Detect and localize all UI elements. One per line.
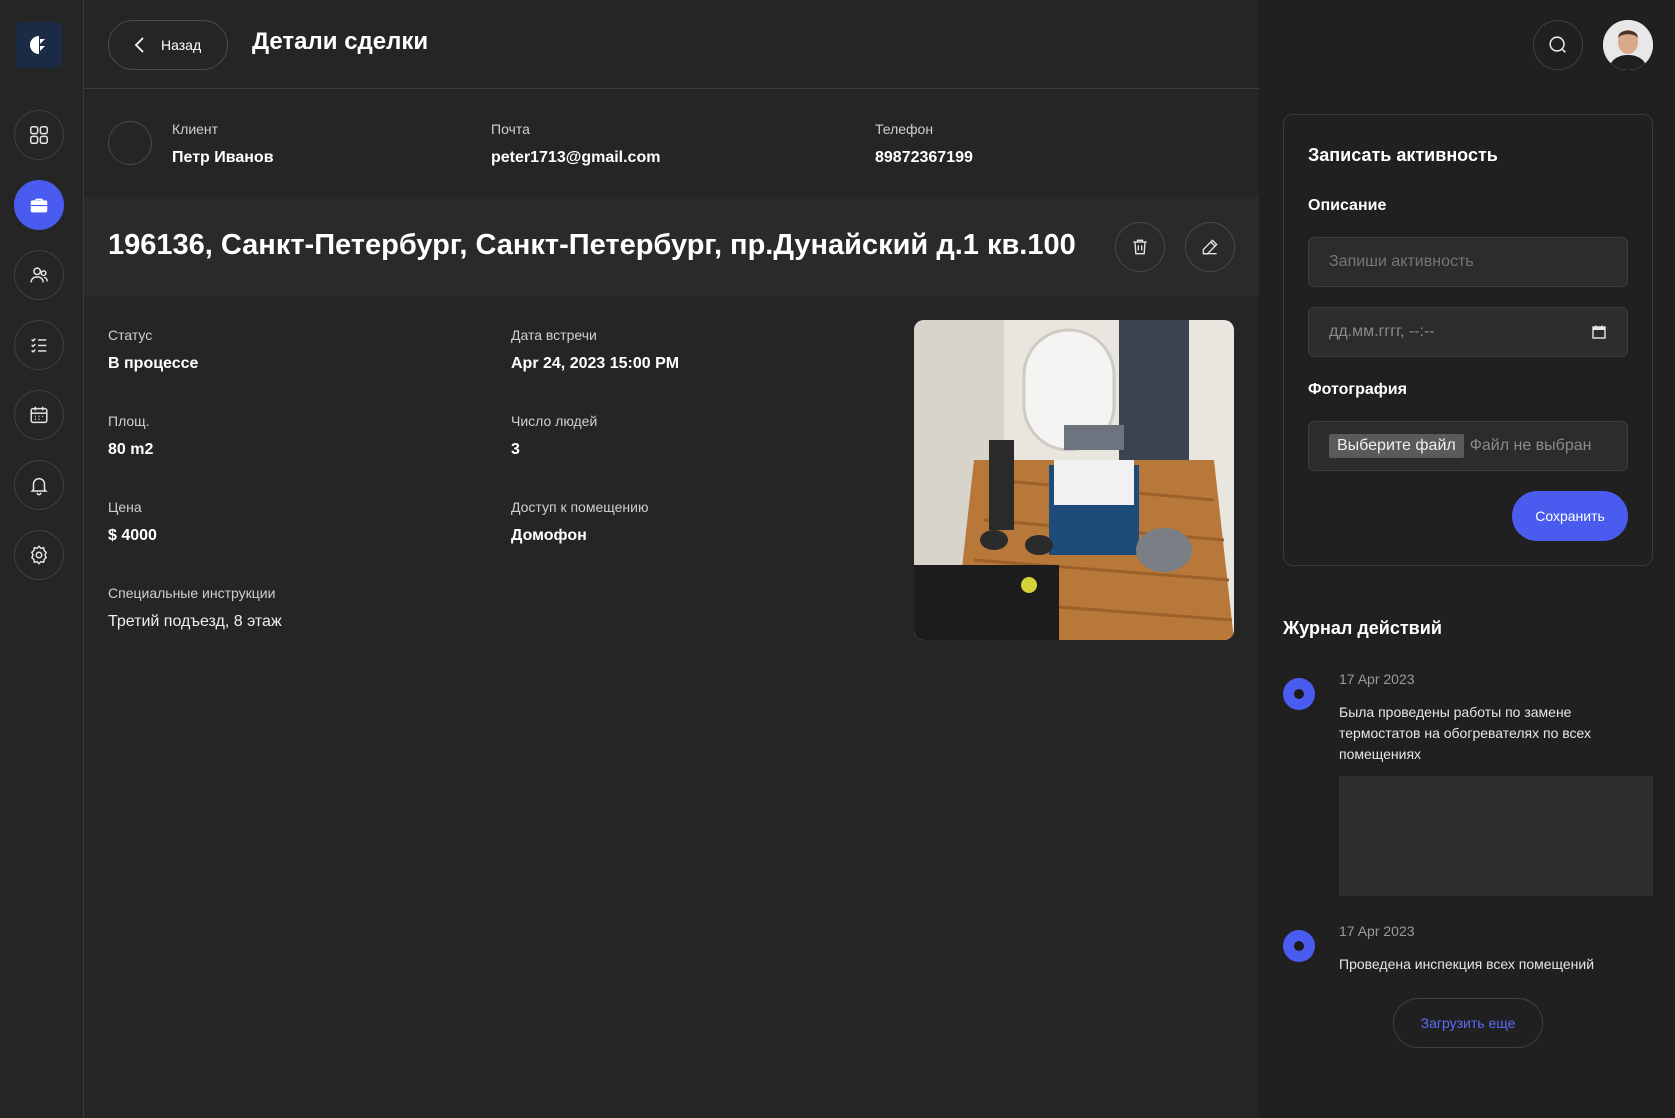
- photo-upload-field[interactable]: Выберите файл Файл не выбран: [1308, 421, 1628, 471]
- client-label: Клиент: [172, 121, 219, 137]
- meeting-label: Дата встречи: [511, 327, 597, 343]
- property-photo[interactable]: [914, 320, 1234, 640]
- description-label: Описание: [1308, 197, 1387, 214]
- calendar-icon: [30, 406, 48, 424]
- access-value: Домофон: [511, 527, 587, 544]
- interior-image: [914, 320, 1234, 640]
- load-more-button[interactable]: Загрузить еще: [1393, 998, 1543, 1048]
- datetime-field[interactable]: дд.мм.гггг, --:--: [1308, 307, 1628, 357]
- save-button[interactable]: Сохранить: [1512, 491, 1628, 541]
- sidebar-item-clients[interactable]: [14, 250, 64, 300]
- client-phone: 89872367199: [875, 149, 973, 166]
- meeting-value: Apr 24, 2023 15:00 PM: [511, 355, 680, 372]
- people-value: 3: [511, 441, 520, 458]
- sidebar-item-calendar[interactable]: [14, 390, 64, 440]
- top-bar: Назад Детали сделки: [84, 0, 1259, 89]
- description-field[interactable]: [1308, 237, 1628, 287]
- back-label: Назад: [161, 37, 202, 53]
- user-avatar[interactable]: [1603, 20, 1653, 70]
- page-title: Детали сделки: [252, 28, 429, 55]
- log-date: 17 Apr 2023: [1339, 671, 1415, 687]
- client-name: Петр Иванов: [172, 149, 274, 166]
- sidebar: [0, 0, 84, 1118]
- timeline-dot: [1283, 678, 1315, 710]
- log-photo-placeholder[interactable]: [1339, 776, 1653, 896]
- log-date: 17 Apr 2023: [1339, 923, 1415, 939]
- search-button[interactable]: [1533, 20, 1583, 70]
- address-band: 196136, Санкт-Петербург, Санкт-Петербург…: [84, 197, 1259, 297]
- search-icon: [1549, 36, 1566, 53]
- choose-file-button[interactable]: Выберите файл: [1329, 434, 1464, 458]
- sidebar-item-tasks[interactable]: [14, 320, 64, 370]
- bell-icon: [30, 477, 48, 496]
- edit-button[interactable]: [1185, 222, 1235, 272]
- sidebar-item-notifications[interactable]: [14, 460, 64, 510]
- checklist-icon: [31, 338, 47, 353]
- instructions-label: Специальные инструкции: [108, 585, 276, 601]
- briefcase-icon: [30, 198, 48, 213]
- app-logo[interactable]: [16, 22, 62, 68]
- photo-label: Фотография: [1308, 381, 1407, 398]
- activity-form-title: Записать активность: [1308, 145, 1498, 165]
- journal-title: Журнал действий: [1283, 618, 1442, 638]
- area-label: Площ.: [108, 413, 150, 429]
- sidebar-item-settings[interactable]: [14, 530, 64, 580]
- access-label: Доступ к помещению: [511, 499, 649, 515]
- deal-details: Статус В процессе Дата встречи Apr 24, 2…: [84, 297, 1259, 1118]
- delete-button[interactable]: [1115, 222, 1165, 272]
- email-label: Почта: [491, 121, 530, 137]
- activity-form: Записать активность Описание дд.мм.гггг,…: [1283, 114, 1653, 566]
- people-label: Число людей: [511, 413, 598, 429]
- chevron-left-icon: [134, 37, 144, 53]
- sidebar-item-deals[interactable]: [14, 180, 64, 230]
- price-label: Цена: [108, 499, 142, 515]
- file-status: Файл не выбран: [1469, 437, 1592, 454]
- deal-address: 196136, Санкт-Петербург, Санкт-Петербург…: [108, 229, 1076, 261]
- timeline-dot: [1283, 930, 1315, 962]
- log-text: Была проведены работы по замене термоста…: [1339, 704, 1592, 762]
- client-email: peter1713@gmail.com: [491, 149, 661, 166]
- status-label: Статус: [108, 327, 153, 343]
- client-info: Клиент Петр Иванов Почта peter1713@gmail…: [84, 89, 1259, 197]
- area-value: 80 m2: [108, 441, 154, 458]
- trash-icon: [1133, 239, 1147, 255]
- instructions-value: Третий подъезд, 8 этаж: [108, 613, 282, 630]
- datetime-placeholder: дд.мм.гггг, --:--: [1329, 323, 1435, 340]
- right-panel: Записать активность Описание дд.мм.гггг,…: [1259, 0, 1675, 1118]
- client-avatar: [108, 121, 152, 165]
- phone-label: Телефон: [875, 121, 934, 137]
- status-value: В процессе: [108, 355, 199, 372]
- right-panel-header: [1259, 0, 1675, 89]
- avatar-image: [1603, 20, 1653, 70]
- logo-icon: [30, 36, 45, 54]
- back-button[interactable]: Назад: [108, 20, 228, 70]
- price-value: $ 4000: [108, 527, 157, 544]
- users-icon: [30, 267, 48, 283]
- description-input[interactable]: [1329, 253, 1627, 271]
- sidebar-item-dashboard[interactable]: [14, 110, 64, 160]
- pencil-icon: [1202, 239, 1218, 255]
- log-text: Проведена инспекция всех помещений: [1339, 956, 1595, 972]
- dashboard-icon: [30, 126, 48, 144]
- gear-icon: [30, 545, 48, 565]
- calendar-picker-icon[interactable]: [1591, 324, 1607, 340]
